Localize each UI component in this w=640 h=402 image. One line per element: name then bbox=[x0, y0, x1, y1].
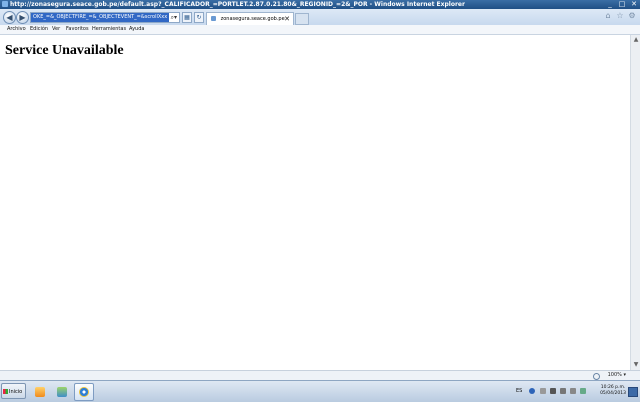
battery-icon[interactable] bbox=[580, 388, 586, 394]
address-text[interactable]: OKE_=&_OBJECTFIRE_=&_OBJECTEVENT_=&scrol… bbox=[31, 13, 170, 22]
show-desktop-button[interactable] bbox=[628, 387, 638, 397]
menu-ayuda[interactable]: Ayuda bbox=[129, 25, 144, 34]
page-heading: Service Unavailable bbox=[5, 43, 124, 58]
maximize-button[interactable]: □ bbox=[618, 0, 626, 8]
scroll-down-icon[interactable]: ▼ bbox=[632, 361, 640, 369]
zoom-icon bbox=[593, 373, 600, 380]
home-icon[interactable]: ⌂ bbox=[604, 12, 612, 20]
system-tray: ES 10:26 p.m. 05/04/2013 bbox=[510, 381, 640, 402]
taskbar-internet-explorer[interactable] bbox=[74, 383, 94, 401]
toolbar-right: ⌂ ☆ ⚙ bbox=[604, 12, 636, 20]
compatibility-icon: ▦ bbox=[184, 14, 190, 21]
start-button[interactable]: Inicio bbox=[1, 383, 26, 399]
window-title: http://zonasegura.seace.gob.pe/default.a… bbox=[10, 1, 465, 8]
refresh-icon: ↻ bbox=[196, 14, 202, 21]
compatibility-view-button[interactable]: ▦ bbox=[182, 12, 192, 23]
media-player-icon bbox=[35, 387, 45, 397]
back-icon: ◀ bbox=[6, 13, 13, 22]
explorer-icon bbox=[57, 387, 67, 397]
help-icon[interactable] bbox=[529, 388, 535, 394]
taskbar-explorer[interactable] bbox=[52, 383, 72, 401]
tab-zonasegura[interactable]: zonasegura.seace.gob.pe ✕ bbox=[206, 12, 294, 25]
menu-herramientas[interactable]: Herramientas bbox=[92, 25, 126, 34]
menu-bar: Archivo Edición Ver Favoritos Herramient… bbox=[0, 25, 640, 35]
menu-archivo[interactable]: Archivo bbox=[7, 25, 26, 34]
flag-icon[interactable] bbox=[560, 388, 566, 394]
favicon-icon bbox=[211, 16, 216, 21]
windows-flag-icon bbox=[3, 389, 8, 394]
clock-date: 05/04/2013 bbox=[600, 391, 626, 396]
navigation-bar: ◀ ▶ OKE_=&_OBJECTFIRE_=&_OBJECTEVENT_=&s… bbox=[0, 9, 640, 26]
minimize-button[interactable]: _ bbox=[606, 0, 614, 8]
scroll-up-icon[interactable]: ▲ bbox=[632, 36, 640, 44]
forward-button[interactable]: ▶ bbox=[16, 11, 29, 24]
clock[interactable]: 10:26 p.m. 05/04/2013 bbox=[600, 385, 626, 397]
tray-expand-icon[interactable] bbox=[540, 388, 546, 394]
taskbar: Inicio ES 10:26 p.m. 05/04/2013 bbox=[0, 380, 640, 402]
menu-favoritos[interactable]: Favoritos bbox=[66, 25, 89, 34]
internet-explorer-icon bbox=[79, 387, 89, 397]
tab-close-icon[interactable]: ✕ bbox=[284, 13, 290, 25]
start-label: Inicio bbox=[9, 389, 23, 395]
favorites-star-icon[interactable]: ☆ bbox=[616, 12, 624, 20]
forward-icon: ▶ bbox=[19, 13, 26, 22]
volume-icon[interactable] bbox=[570, 388, 576, 394]
ie-icon bbox=[2, 1, 8, 7]
back-button[interactable]: ◀ bbox=[3, 11, 16, 24]
refresh-button[interactable]: ↻ bbox=[194, 12, 204, 23]
network-icon[interactable] bbox=[550, 388, 556, 394]
menu-ver[interactable]: Ver bbox=[52, 25, 60, 34]
window-controls: _ □ ✕ bbox=[606, 0, 638, 9]
menu-edicion[interactable]: Edición bbox=[30, 25, 48, 34]
close-window-button[interactable]: ✕ bbox=[630, 0, 638, 8]
address-bar[interactable]: OKE_=&_OBJECTFIRE_=&_OBJECTEVENT_=&scrol… bbox=[30, 12, 180, 23]
search-dropdown-icon[interactable]: ⌕▾ bbox=[171, 13, 177, 22]
language-indicator[interactable]: ES bbox=[516, 388, 522, 394]
tab-label: zonasegura.seace.gob.pe bbox=[220, 16, 285, 22]
title-bar: http://zonasegura.seace.gob.pe/default.a… bbox=[0, 0, 640, 9]
page-content: Service Unavailable bbox=[0, 35, 630, 370]
taskbar-media-player[interactable] bbox=[30, 383, 50, 401]
tools-gear-icon[interactable]: ⚙ bbox=[628, 12, 636, 20]
new-tab-button[interactable] bbox=[295, 13, 309, 25]
zoom-level[interactable]: 100% ▾ bbox=[608, 371, 626, 380]
status-bar: 100% ▾ bbox=[0, 370, 640, 380]
vertical-scrollbar[interactable]: ▲ ▼ bbox=[630, 35, 640, 370]
